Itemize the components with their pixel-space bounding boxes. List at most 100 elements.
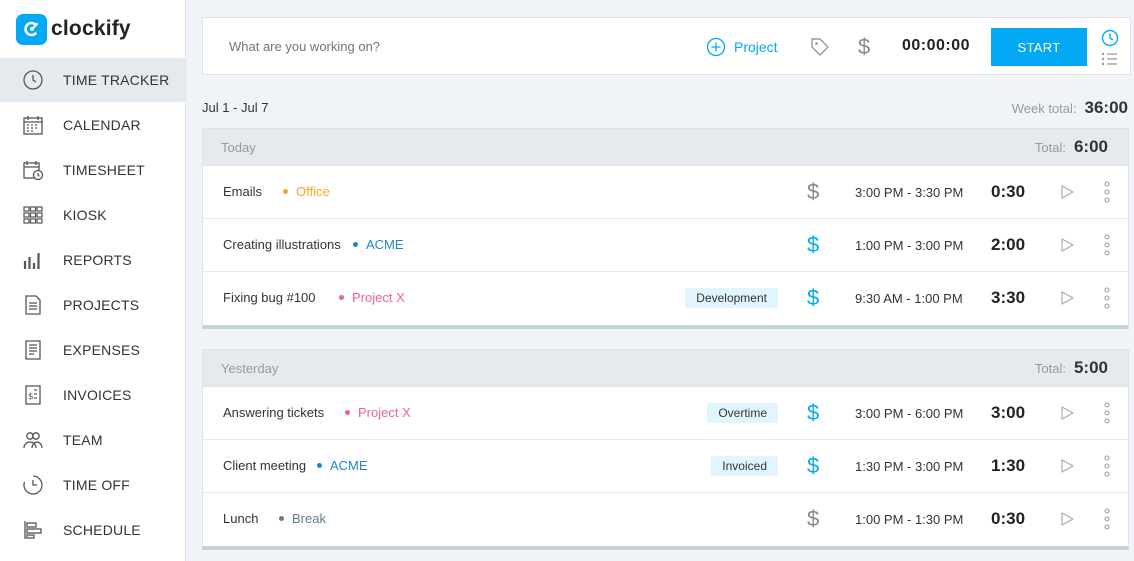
project-dot-icon [279,516,284,521]
sidebar-item-expenses[interactable]: EXPENSES [0,327,185,372]
entry-duration[interactable]: 3:30 [991,288,1025,308]
entry-project[interactable]: ACME [353,237,404,252]
entry-time-range[interactable]: 3:00 PM - 3:30 PM [855,185,963,200]
clock-icon [22,69,44,91]
entry-project[interactable]: ACME [317,458,368,473]
entry-project-label: Office [296,184,330,199]
project-dot-icon [345,410,350,415]
entry-duration[interactable]: 0:30 [991,509,1025,529]
entry-project-label: Break [292,511,326,526]
timer-display: 00:00:00 [902,37,971,54]
sidebar-item-reports[interactable]: REPORTS [0,237,185,282]
play-icon[interactable] [1059,290,1075,311]
logo[interactable]: clockify [0,0,185,58]
entry-project[interactable]: Project X [339,290,405,305]
billable-dollar-icon[interactable]: $ [807,453,819,479]
billable-dollar-icon[interactable]: $ [807,179,819,205]
time-entry-row: Client meeting ACME Invoiced $ 1:30 PM -… [203,440,1128,493]
play-icon[interactable] [1059,184,1075,205]
sidebar-item-label: TIME TRACKER [63,72,170,88]
manual-mode-list-icon[interactable] [1101,51,1119,72]
more-vertical-icon[interactable] [1103,401,1111,430]
entry-description[interactable]: Lunch [223,511,258,526]
billable-dollar-icon[interactable]: $ [807,400,819,426]
project-dot-icon [317,463,322,468]
time-off-icon [22,474,44,496]
time-entry-row: Creating illustrations ACME $ 1:00 PM - … [203,219,1128,272]
sidebar-item-time-off[interactable]: TIME OFF [0,462,185,507]
day-total: Total: 5:00 [1035,358,1108,378]
play-icon[interactable] [1059,511,1075,532]
play-icon[interactable] [1059,405,1075,426]
project-dot-icon [339,295,344,300]
entry-project[interactable]: Project X [345,405,411,420]
entry-time-range[interactable]: 1:00 PM - 1:30 PM [855,512,963,527]
timer-bar: Project $ 00:00:00 START [202,17,1131,75]
entry-project-label: Project X [358,405,411,420]
billable-dollar-icon[interactable]: $ [807,232,819,258]
sidebar-item-kiosk[interactable]: KIOSK [0,192,185,237]
entry-duration[interactable]: 3:00 [991,403,1025,423]
entry-time-range[interactable]: 1:30 PM - 3:00 PM [855,459,963,474]
entry-tag[interactable]: Development [685,288,778,308]
timesheet-icon [22,159,44,181]
sidebar-item-calendar[interactable]: CALENDAR [0,102,185,147]
more-vertical-icon[interactable] [1103,454,1111,483]
billable-dollar-icon[interactable]: $ [807,506,819,532]
project-picker[interactable]: Project [706,37,778,57]
time-entry-row: Fixing bug #100 Project X Development $ … [203,272,1128,325]
entry-time-range[interactable]: 9:30 AM - 1:00 PM [855,291,963,306]
timer-mode-clock-icon[interactable] [1101,29,1119,52]
sidebar-item-invoices[interactable]: $ INVOICES [0,372,185,417]
entry-description[interactable]: Client meeting [223,458,306,473]
entry-tag[interactable]: Overtime [707,403,778,423]
sidebar-item-team[interactable]: TEAM [0,417,185,462]
day-header: Yesterday Total: 5:00 [203,350,1128,387]
entry-description[interactable]: Fixing bug #100 [223,290,316,305]
sidebar-item-projects[interactable]: PROJECTS [0,282,185,327]
entry-duration[interactable]: 0:30 [991,182,1025,202]
more-vertical-icon[interactable] [1103,233,1111,262]
week-total: Week total: 36:00 [1012,98,1128,118]
more-vertical-icon[interactable] [1103,286,1111,315]
sidebar-item-schedule[interactable]: SCHEDULE [0,507,185,552]
time-entry-row: Emails Office $ 3:00 PM - 3:30 PM 0:30 [203,166,1128,219]
more-vertical-icon[interactable] [1103,180,1111,209]
entry-duration[interactable]: 2:00 [991,235,1025,255]
projects-icon [22,294,44,316]
sidebar-item-label: KIOSK [63,206,107,223]
project-dot-icon [353,242,358,247]
play-icon[interactable] [1059,458,1075,479]
description-input[interactable] [229,39,629,54]
sidebar-item-time-tracker[interactable]: TIME TRACKER [0,58,185,102]
entry-tag[interactable]: Invoiced [711,456,778,476]
sidebar-item-label: TIMESHEET [63,161,145,178]
start-button[interactable]: START [991,28,1087,66]
entry-description[interactable]: Creating illustrations [223,237,341,252]
entry-project[interactable]: Break [279,511,326,526]
tag-icon[interactable] [809,36,831,63]
entry-description[interactable]: Emails [223,184,262,199]
entry-duration[interactable]: 1:30 [991,456,1025,476]
day-group-today: Today Total: 6:00 Emails Office $ 3:00 P… [202,128,1129,329]
play-icon[interactable] [1059,237,1075,258]
day-total-value: 5:00 [1073,358,1108,377]
entry-project-label: Project X [352,290,405,305]
svg-text:$: $ [28,392,34,402]
sidebar-item-label: INVOICES [63,386,132,403]
reports-icon [22,249,44,271]
week-range: Jul 1 - Jul 7 [202,100,269,115]
day-total: Total: 6:00 [1035,137,1108,157]
sidebar-item-timesheet[interactable]: TIMESHEET [0,147,185,192]
entry-time-range[interactable]: 3:00 PM - 6:00 PM [855,406,963,421]
entry-description[interactable]: Answering tickets [223,405,324,420]
clockify-logo-icon [16,13,47,45]
expenses-icon [22,339,44,361]
sidebar-item-label: REPORTS [63,251,132,268]
entry-time-range[interactable]: 1:00 PM - 3:00 PM [855,238,963,253]
sidebar-item-label: SCHEDULE [63,521,141,538]
more-vertical-icon[interactable] [1103,507,1111,536]
billable-toggle[interactable]: $ [858,34,870,60]
billable-dollar-icon[interactable]: $ [807,285,819,311]
entry-project[interactable]: Office [283,184,330,199]
